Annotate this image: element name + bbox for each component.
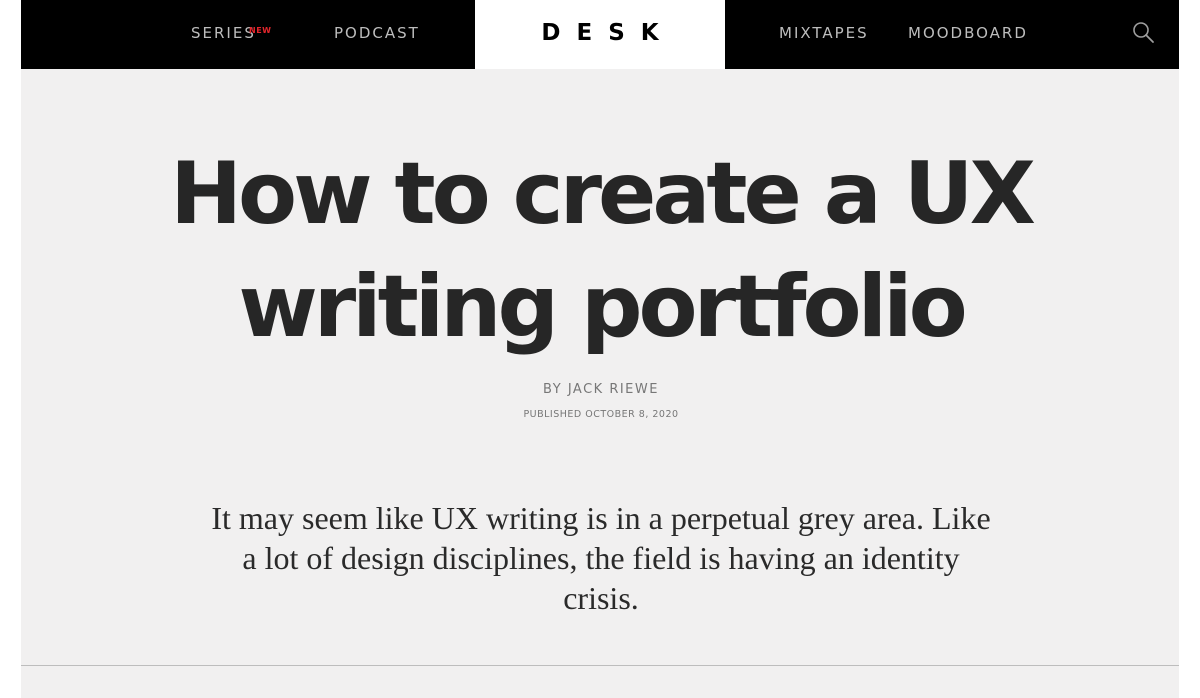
- search-icon: [1133, 22, 1154, 43]
- article-title: How to create a UX writing portfolio: [170, 144, 1036, 357]
- author-link[interactable]: JACK RIEWE: [568, 382, 659, 397]
- nav-moodboard-link[interactable]: MOODBOARD: [908, 24, 1028, 42]
- byline-prefix: BY: [543, 382, 563, 397]
- new-badge: NEW: [249, 26, 272, 35]
- nav-podcast-link[interactable]: PODCAST: [334, 24, 420, 42]
- search-button[interactable]: [1131, 20, 1157, 46]
- byline: BY JACK RIEWE: [401, 382, 801, 398]
- top-nav: SERIES NEW PODCAST DESK MIXTAPES MOODBOA…: [21, 0, 1179, 69]
- logo-link[interactable]: DESK: [475, 0, 725, 69]
- published-date: PUBLISHED OCTOBER 8, 2020: [523, 409, 679, 420]
- article-dek: It may seem like UX writing is in a perp…: [211, 500, 991, 616]
- logo: DESK: [541, 20, 675, 46]
- divider: [21, 665, 1179, 666]
- nav-series-link[interactable]: SERIES: [191, 24, 256, 42]
- nav-mixtapes-link[interactable]: MIXTAPES: [779, 24, 869, 42]
- page-frame: SERIES NEW PODCAST DESK MIXTAPES MOODBOA…: [21, 0, 1179, 698]
